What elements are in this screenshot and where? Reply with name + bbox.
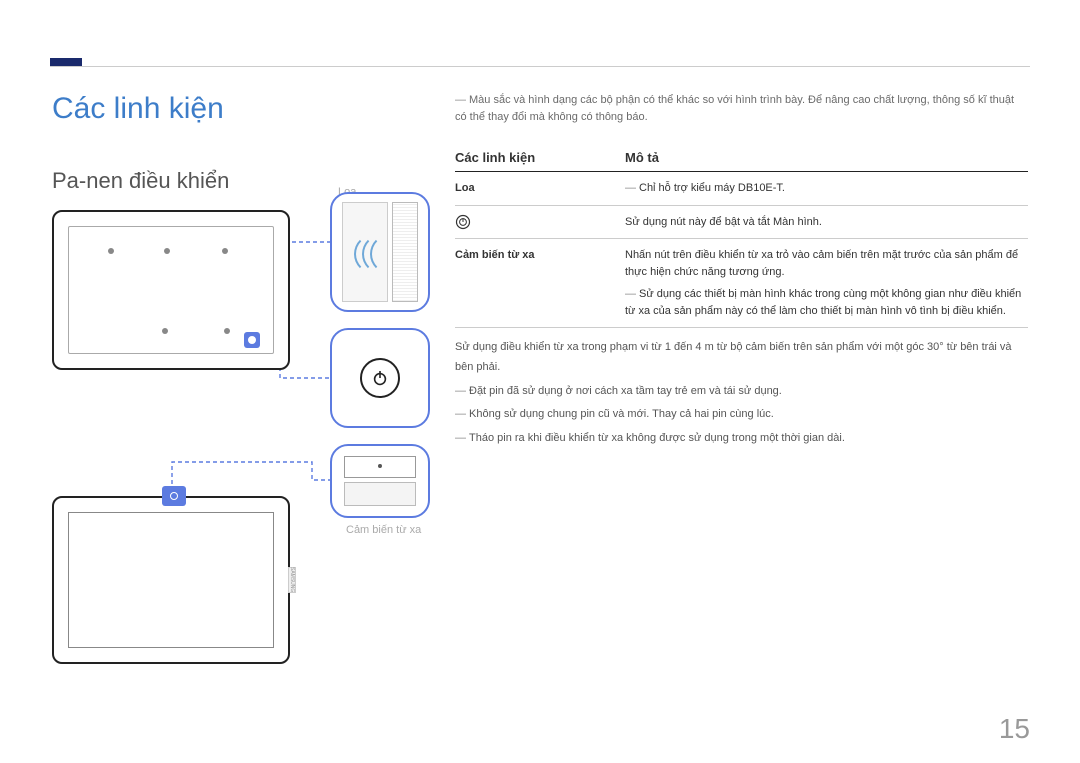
cell-power-desc: Sử dụng nút này để bật và tắt Màn hình. [625,214,1028,231]
parts-table: Các linh kiện Mô tả Loa ―Chỉ hỗ trợ kiểu… [455,150,1028,453]
cell-loa-desc: ―Chỉ hỗ trợ kiểu máy DB10E-T. [625,180,1028,197]
dash-icon: ― [455,385,466,397]
cell-sensor-desc: Nhấn nút trên điều khiển từ xa trỏ vào c… [625,247,1028,319]
note-4: ―Tháo pin ra khi điều khiển từ xa không … [455,429,1028,449]
screw-icon [108,248,114,254]
note-3: ―Không sử dụng chung pin cũ và mới. Thay… [455,405,1028,425]
note-2: ―Đặt pin đã sử dụng ở nơi cách xa tầm ta… [455,382,1028,402]
power-icon [455,214,471,230]
power-button-graphic [360,358,400,398]
dash-icon: ― [455,94,466,106]
speaker-callout [330,192,430,312]
header-accent-bar [50,58,82,66]
table-header-row: Các linh kiện Mô tả [455,150,1028,172]
screw-icon [162,328,168,334]
cell-loa-desc-text: Chỉ hỗ trợ kiểu máy DB10E-T. [639,182,785,194]
table-row-sensor: Cảm biến từ xa Nhấn nút trên điều khiển … [455,239,1028,328]
power-button-callout [330,328,430,428]
page-title: Các linh kiện [52,92,224,126]
ir-sensor-highlight [162,486,186,506]
brand-logo: SAMSUNG [288,567,296,593]
th-parts: Các linh kiện [455,150,625,165]
page-number: 15 [999,713,1030,745]
screw-icon [222,248,228,254]
sensor-label: Cảm biến từ xa [346,524,421,536]
header-divider [50,66,1030,67]
th-desc: Mô tả [625,150,1028,165]
cell-power-icon [455,214,625,231]
ir-dot-icon [378,464,382,468]
back-panel-diagram [52,210,290,370]
section-subtitle: Pa-nen điều khiển [52,168,229,194]
front-display-diagram: SAMSUNG [52,496,290,664]
dash-icon: ― [625,182,636,194]
note-1: Sử dụng điều khiển từ xa trong phạm vi t… [455,338,1028,378]
sensor-callout [330,444,430,518]
sensor-bar [344,482,416,506]
sensor-desc-p2-text: Sử dụng các thiết bị màn hình khác trong… [625,288,1021,317]
sensor-desc-p2: ―Sử dụng các thiết bị màn hình khác tron… [625,286,1028,319]
dash-icon: ― [625,288,636,300]
table-row-power: Sử dụng nút này để bật và tắt Màn hình. [455,206,1028,240]
dash-icon: ― [455,408,466,420]
table-row-loa: Loa ―Chỉ hỗ trợ kiểu máy DB10E-T. [455,172,1028,206]
power-icon [371,369,389,387]
note-4-text: Tháo pin ra khi điều khiển từ xa không đ… [469,432,845,444]
sensor-desc-p1: Nhấn nút trên điều khiển từ xa trỏ vào c… [625,247,1028,280]
diagram-area: Loa Cảm biến từ xa SAMSUNG [52,192,432,682]
notes-block: Sử dụng điều khiển từ xa trong phạm vi t… [455,338,1028,449]
intro-note: ―Màu sắc và hình dạng các bộ phận có thể… [455,92,1028,125]
dash-icon: ― [455,432,466,444]
screw-icon [164,248,170,254]
note-3-text: Không sử dụng chung pin cũ và mới. Thay … [469,408,774,420]
cell-sensor-label: Cảm biến từ xa [455,247,625,319]
power-port-highlight [244,332,260,348]
screw-icon [224,328,230,334]
intro-note-text: Màu sắc và hình dạng các bộ phận có thể … [455,94,1014,123]
front-screen [68,512,274,648]
note-2-text: Đặt pin đã sử dụng ở nơi cách xa tầm tay… [469,385,782,397]
cell-loa-label: Loa [455,180,625,197]
